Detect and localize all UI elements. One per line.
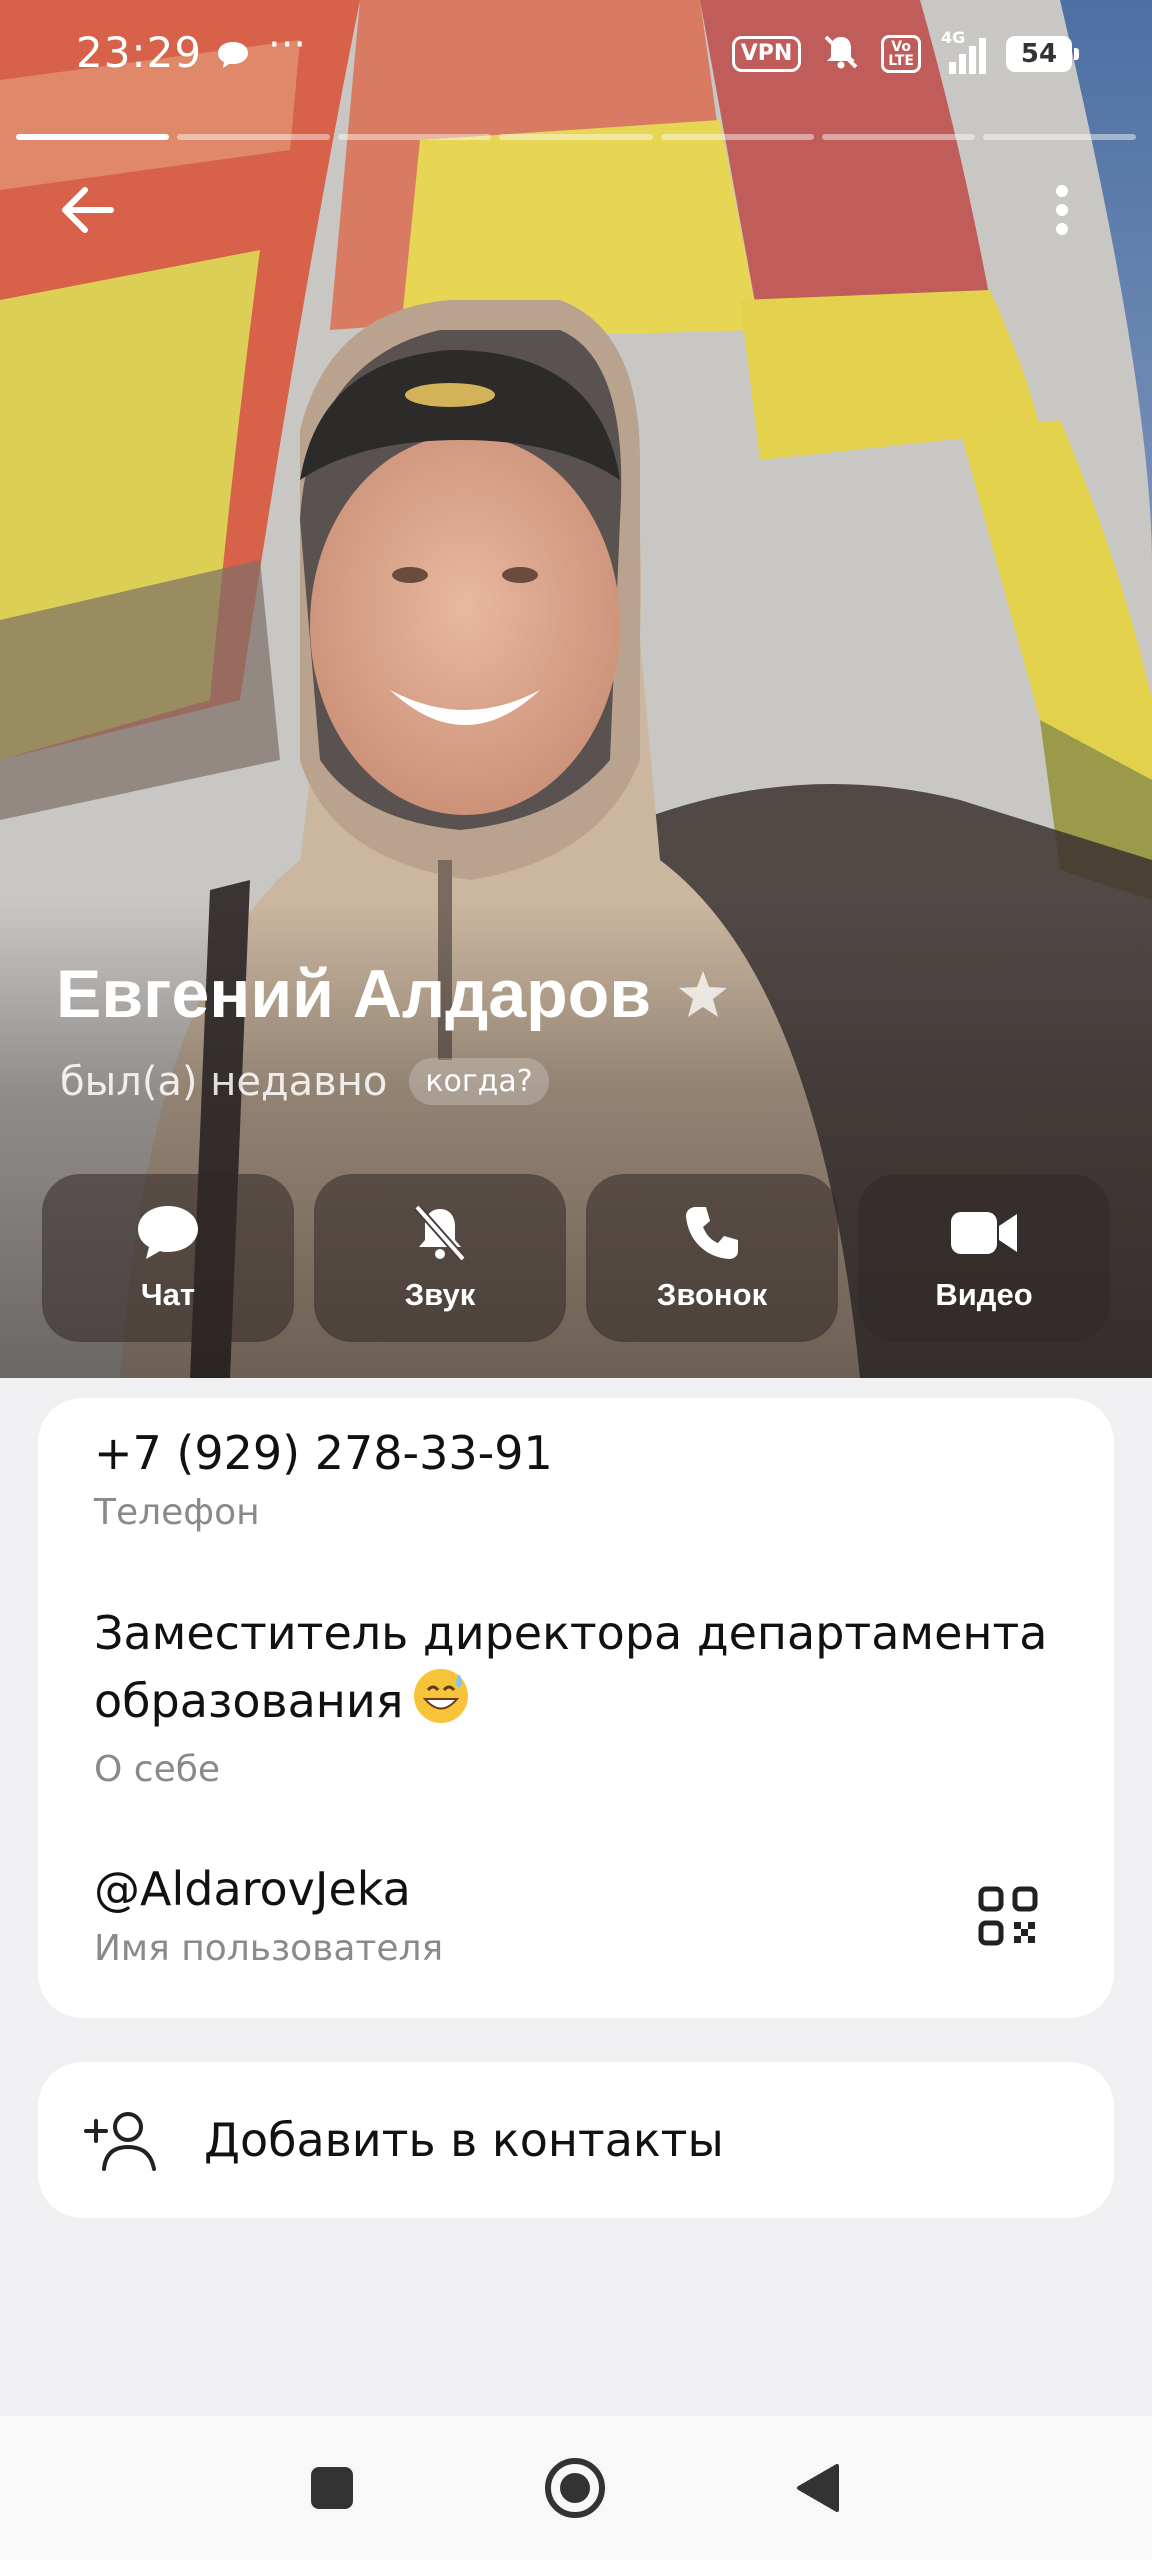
network-type-label: 4G bbox=[941, 28, 966, 47]
chat-notification-icon bbox=[216, 40, 250, 74]
square-icon bbox=[311, 2467, 353, 2509]
home-button[interactable] bbox=[535, 2448, 615, 2528]
bio-line-2: образования bbox=[94, 1666, 1047, 1743]
sound-button[interactable]: Звук bbox=[314, 1174, 566, 1342]
info-card: +7 (929) 278-33-91 Телефон Заместитель д… bbox=[38, 1398, 1114, 2018]
more-vertical-icon bbox=[1056, 185, 1068, 235]
status-bar: 23:29 ··· VPN Vo LTE 4G 54 bbox=[0, 0, 1152, 110]
video-button[interactable]: Видео bbox=[858, 1174, 1110, 1342]
vpn-badge: VPN bbox=[731, 36, 802, 72]
username-caption: Имя пользователя bbox=[94, 1928, 444, 1969]
battery-indicator: 54 bbox=[1006, 36, 1079, 72]
qr-code-button[interactable] bbox=[968, 1876, 1048, 1956]
recent-apps-button[interactable] bbox=[292, 2448, 372, 2528]
star-icon bbox=[677, 969, 729, 1019]
profile-name: Евгений Алдаров bbox=[56, 956, 652, 1032]
story-progress-segment bbox=[499, 134, 653, 140]
qr-code-icon bbox=[978, 1886, 1038, 1946]
last-seen-text: был(а) недавно bbox=[60, 1058, 388, 1105]
more-options-button[interactable] bbox=[1022, 170, 1102, 250]
username-row[interactable]: @AldarovJeka Имя пользователя bbox=[94, 1856, 443, 1969]
bio-row: Заместитель директора департамента образ… bbox=[94, 1600, 1047, 1790]
video-button-label: Видео bbox=[935, 1277, 1033, 1312]
action-buttons: Чат Звук Звонок Видео bbox=[42, 1174, 1110, 1342]
story-progress-segment bbox=[177, 134, 331, 140]
story-progress-segment bbox=[821, 134, 975, 140]
story-progress-segment bbox=[338, 134, 492, 140]
bio-caption: О себе bbox=[94, 1749, 221, 1790]
profile-hero: 23:29 ··· VPN Vo LTE 4G 54 Евгений Алдар… bbox=[0, 0, 1152, 1378]
profile-name-row: Евгений Алдаров bbox=[56, 955, 729, 1033]
more-notifications-indicator: ··· bbox=[268, 22, 307, 68]
phone-caption: Телефон bbox=[94, 1492, 260, 1533]
last-seen-row: был(а) недавно когда? bbox=[60, 1058, 549, 1105]
add-contact-button[interactable]: Добавить в контакты bbox=[38, 2062, 1114, 2218]
phone-number: +7 (929) 278-33-91 bbox=[94, 1426, 553, 1480]
sound-button-label: Звук bbox=[404, 1277, 476, 1312]
signal-icon: 4G bbox=[941, 28, 986, 74]
chat-icon bbox=[136, 1203, 200, 1263]
bio-line-2-text: образования bbox=[94, 1674, 404, 1728]
add-user-icon bbox=[84, 2109, 158, 2171]
story-progress-segment bbox=[660, 134, 814, 140]
phone-row[interactable]: +7 (929) 278-33-91 Телефон bbox=[94, 1420, 553, 1533]
status-time: 23:29 bbox=[76, 28, 203, 77]
chat-button[interactable]: Чат bbox=[42, 1174, 294, 1342]
system-navigation-bar bbox=[0, 2416, 1152, 2560]
back-nav-button[interactable] bbox=[777, 2448, 857, 2528]
bell-muted-status-icon bbox=[821, 32, 861, 76]
arrow-left-icon bbox=[62, 187, 114, 233]
video-camera-icon bbox=[949, 1203, 1019, 1263]
back-button[interactable] bbox=[48, 170, 128, 250]
phone-icon bbox=[682, 1203, 742, 1263]
bell-muted-icon bbox=[411, 1203, 469, 1263]
add-contact-label: Добавить в контакты bbox=[204, 2113, 724, 2167]
home-circle-icon bbox=[545, 2458, 605, 2518]
bio-line-1: Заместитель директора департамента bbox=[94, 1606, 1048, 1660]
username: @AldarovJeka bbox=[94, 1862, 411, 1916]
call-button-label: Звонок bbox=[656, 1277, 768, 1312]
story-progress-bars bbox=[16, 134, 1136, 140]
volte-badge: Vo LTE bbox=[881, 35, 921, 73]
triangle-back-icon bbox=[797, 2464, 839, 2512]
call-button[interactable]: Звонок bbox=[586, 1174, 838, 1342]
chat-button-label: Чат bbox=[140, 1277, 196, 1312]
grinning-sweat-emoji bbox=[411, 1666, 471, 1743]
story-progress-segment bbox=[982, 134, 1136, 140]
story-progress-segment bbox=[16, 134, 170, 140]
when-button[interactable]: когда? bbox=[409, 1058, 549, 1105]
